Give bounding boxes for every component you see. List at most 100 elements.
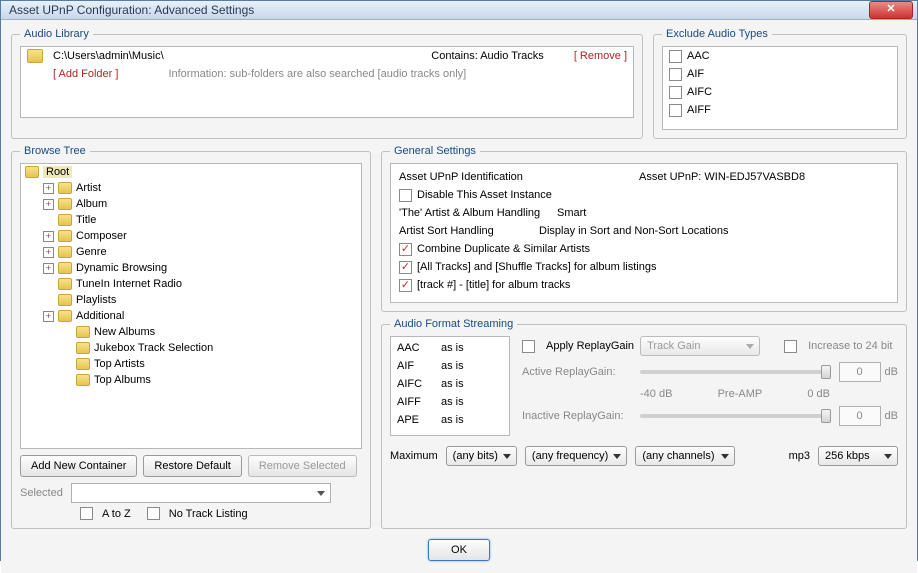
combine-checkbox[interactable]: ✓ bbox=[399, 243, 412, 256]
increase-24-label: Increase to 24 bit bbox=[808, 340, 892, 352]
format-name: AIF bbox=[397, 360, 441, 372]
exclude-checkbox[interactable] bbox=[669, 86, 682, 99]
exclude-types-group: Exclude Audio Types AACAIFAIFCAIFF bbox=[653, 28, 907, 139]
tree-item[interactable]: Jukebox Track Selection bbox=[21, 340, 361, 356]
browse-tree-group: Browse Tree Root +Artist+AlbumTitle+Comp… bbox=[11, 145, 371, 529]
combine-label: Combine Duplicate & Similar Artists bbox=[417, 243, 590, 255]
format-name: AAC bbox=[397, 342, 441, 354]
close-button[interactable]: ✕ bbox=[869, 1, 913, 19]
format-mode: as is bbox=[441, 396, 464, 408]
tree-item[interactable]: +Album bbox=[21, 196, 361, 212]
tree-item[interactable]: Playlists bbox=[21, 292, 361, 308]
exclude-checkbox[interactable] bbox=[669, 104, 682, 117]
all-tracks-label: [All Tracks] and [Shuffle Tracks] for al… bbox=[417, 261, 656, 273]
apply-replaygain-label: Apply ReplayGain bbox=[546, 340, 634, 352]
disable-instance-checkbox[interactable] bbox=[399, 189, 412, 202]
format-mode: as is bbox=[441, 342, 464, 354]
expand-icon[interactable]: + bbox=[43, 311, 54, 322]
tree-item[interactable]: +Additional bbox=[21, 308, 361, 324]
increase-24-checkbox[interactable] bbox=[784, 340, 797, 353]
audio-library-group: Audio Library C:\Users\admin\Music\ Cont… bbox=[11, 28, 643, 139]
disable-instance-label: Disable This Asset Instance bbox=[417, 189, 552, 201]
tree-item-label: Jukebox Track Selection bbox=[94, 342, 213, 354]
apply-replaygain-checkbox[interactable] bbox=[522, 340, 535, 353]
the-handling-value: Smart bbox=[557, 207, 586, 219]
add-folder-link[interactable]: [ Add Folder ] bbox=[53, 68, 118, 80]
inactive-rg-label: Inactive ReplayGain: bbox=[522, 410, 632, 422]
library-path[interactable]: C:\Users\admin\Music\ bbox=[53, 50, 431, 62]
all-tracks-checkbox[interactable]: ✓ bbox=[399, 261, 412, 274]
a-to-z-checkbox[interactable] bbox=[80, 507, 93, 520]
exclude-list[interactable]: AACAIFAIFCAIFF bbox=[662, 46, 898, 130]
exclude-checkbox[interactable] bbox=[669, 50, 682, 63]
remove-link[interactable]: [ Remove ] bbox=[574, 50, 627, 62]
active-rg-label: Active ReplayGain: bbox=[522, 366, 632, 378]
ident-value: Asset UPnP: WIN-EDJ57VASBD8 bbox=[639, 171, 805, 183]
tree-item-label: Top Albums bbox=[94, 374, 151, 386]
general-list[interactable]: Asset UPnP Identification Asset UPnP: WI… bbox=[390, 163, 898, 303]
tree-item[interactable]: +Composer bbox=[21, 228, 361, 244]
tree-item[interactable]: New Albums bbox=[21, 324, 361, 340]
inactive-rg-slider[interactable] bbox=[640, 414, 831, 418]
any-ch-dropdown[interactable]: (any channels) bbox=[635, 446, 735, 466]
general-legend: General Settings bbox=[390, 145, 480, 157]
format-name: APE bbox=[397, 414, 441, 426]
any-freq-dropdown[interactable]: (any frequency) bbox=[525, 446, 627, 466]
exclude-item-label: AIFC bbox=[687, 86, 712, 98]
tree-item-label: Dynamic Browsing bbox=[76, 262, 167, 274]
exclude-checkbox[interactable] bbox=[669, 68, 682, 81]
active-rg-slider[interactable] bbox=[640, 370, 831, 374]
tree-item[interactable]: Top Albums bbox=[21, 372, 361, 388]
expand-icon[interactable]: + bbox=[43, 199, 54, 210]
track-gain-dropdown: Track Gain bbox=[640, 336, 760, 356]
format-name: AIFF bbox=[397, 396, 441, 408]
tree-item[interactable]: Title bbox=[21, 212, 361, 228]
exclude-item-label: AIFF bbox=[687, 104, 711, 116]
expand-icon[interactable]: + bbox=[43, 263, 54, 274]
tree-item[interactable]: + Genre bbox=[21, 244, 361, 260]
selected-combo[interactable] bbox=[71, 483, 331, 503]
folder-icon bbox=[58, 230, 72, 242]
mp3-bitrate-dropdown[interactable]: 256 kbps bbox=[818, 446, 898, 466]
tree-item-label: TuneIn Internet Radio bbox=[76, 278, 182, 290]
tree-item[interactable]: TuneIn Internet Radio bbox=[21, 276, 361, 292]
tree-root[interactable]: Root bbox=[43, 166, 72, 178]
folder-icon bbox=[58, 182, 72, 194]
tree-view[interactable]: Root +Artist+AlbumTitle+Composer+Genre+D… bbox=[20, 163, 362, 449]
expand-icon[interactable]: + bbox=[43, 247, 54, 258]
format-name: AIFC bbox=[397, 378, 441, 390]
tree-item[interactable]: + Artist bbox=[21, 180, 361, 196]
no-track-checkbox[interactable] bbox=[147, 507, 160, 520]
general-settings-group: General Settings Asset UPnP Identificati… bbox=[381, 145, 907, 312]
no-track-label: No Track Listing bbox=[169, 508, 248, 520]
tree-item[interactable]: Top Artists bbox=[21, 356, 361, 372]
selected-label: Selected bbox=[20, 487, 63, 499]
add-container-button[interactable]: Add New Container bbox=[20, 455, 137, 477]
maximum-label: Maximum bbox=[390, 450, 438, 462]
tree-item-label: Genre bbox=[76, 246, 107, 258]
folder-icon bbox=[58, 198, 72, 210]
folder-icon bbox=[76, 374, 90, 386]
tree-item-label: Artist bbox=[76, 182, 101, 194]
expand-icon[interactable]: + bbox=[43, 183, 54, 194]
titlebar: Asset UPnP Configuration: Advanced Setti… bbox=[1, 1, 917, 20]
folder-icon bbox=[58, 214, 72, 226]
expand-icon[interactable]: + bbox=[43, 231, 54, 242]
format-mode: as is bbox=[441, 414, 464, 426]
inactive-rg-value[interactable] bbox=[839, 406, 881, 426]
sort-label: Artist Sort Handling bbox=[399, 225, 539, 237]
active-rg-value[interactable] bbox=[839, 362, 881, 382]
format-list[interactable]: AACas isAIFas isAIFCas isAIFFas isAPEas … bbox=[390, 336, 510, 436]
tree-item[interactable]: + Dynamic Browsing bbox=[21, 260, 361, 276]
restore-default-button[interactable]: Restore Default bbox=[143, 455, 241, 477]
track-fmt-label: [track #] - [title] for album tracks bbox=[417, 279, 570, 291]
ok-button[interactable]: OK bbox=[428, 539, 490, 561]
format-mode: as is bbox=[441, 378, 464, 390]
folder-icon bbox=[27, 49, 43, 63]
a-to-z-label: A to Z bbox=[102, 508, 131, 520]
library-contains: Contains: Audio Tracks bbox=[431, 50, 544, 62]
any-bits-dropdown[interactable]: (any bits) bbox=[446, 446, 517, 466]
mp3-label: mp3 bbox=[789, 450, 810, 462]
track-fmt-checkbox[interactable]: ✓ bbox=[399, 279, 412, 292]
minus40-label: -40 dB bbox=[640, 388, 672, 400]
